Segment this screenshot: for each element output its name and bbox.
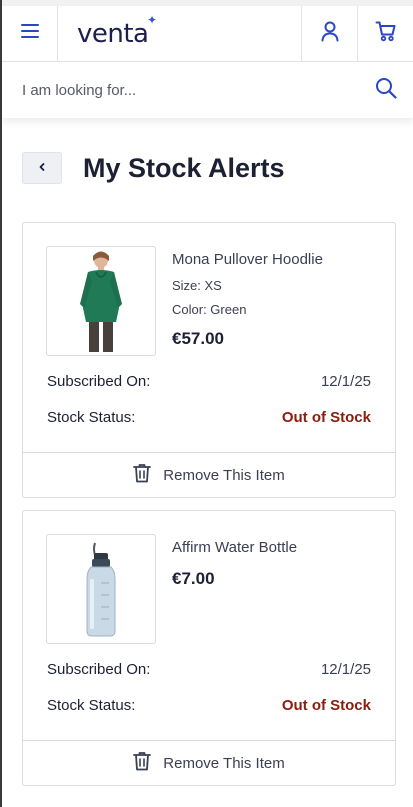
stock-status-value: Out of Stock <box>281 409 371 426</box>
logo-sparkle-icon: ✦ <box>146 12 157 27</box>
page-title-row: My Stock Alerts <box>22 152 285 184</box>
hamburger-menu-icon <box>20 23 40 44</box>
trash-icon <box>133 463 152 488</box>
search-icon <box>375 77 397 104</box>
product-price: €57.00 <box>172 329 224 348</box>
chevron-left-icon <box>37 159 47 177</box>
product-name[interactable]: Mona Pullover Hoodlie <box>172 251 323 268</box>
account-button[interactable] <box>301 6 357 61</box>
venta-logo: venta ✦ <box>77 13 157 49</box>
stock-status-value: Out of Stock <box>281 697 371 714</box>
product-color: Color: Green <box>172 302 247 317</box>
product-name[interactable]: Affirm Water Bottle <box>172 539 297 556</box>
subscribed-on-label: Subscribed On: <box>47 661 151 678</box>
product-image[interactable] <box>46 246 156 356</box>
site-header: venta ✦ <box>2 6 413 62</box>
subscribed-on-value: 12/1/25 <box>320 373 371 390</box>
search-button[interactable] <box>371 75 401 105</box>
stock-status-label: Stock Status: <box>47 697 136 714</box>
hoodie-model-picture <box>80 251 122 352</box>
stock-alert-card: Affirm Water Bottle €7.00 Subscribed On:… <box>22 510 396 786</box>
subscribed-on-value: 12/1/25 <box>320 661 371 678</box>
page-title: My Stock Alerts <box>83 152 285 183</box>
remove-item-button[interactable]: Remove This Item <box>23 740 395 785</box>
menu-button[interactable] <box>2 6 58 61</box>
trash-icon <box>133 751 152 776</box>
subscribed-on-label: Subscribed On: <box>47 373 151 390</box>
logo-link[interactable]: venta ✦ <box>58 6 301 61</box>
product-size: Size: XS <box>172 278 222 293</box>
user-icon <box>320 20 340 47</box>
search-input[interactable] <box>22 81 371 99</box>
product-image[interactable] <box>46 534 156 644</box>
remove-item-label: Remove This Item <box>163 754 285 772</box>
search-bar <box>2 62 413 118</box>
logo-text: venta <box>77 18 149 49</box>
back-button[interactable] <box>22 152 62 184</box>
product-price: €7.00 <box>172 569 215 588</box>
water-bottle-picture <box>86 542 116 637</box>
cart-button[interactable] <box>357 6 413 61</box>
window-left-edge <box>0 0 2 807</box>
cart-icon <box>375 20 397 47</box>
remove-item-button[interactable]: Remove This Item <box>23 452 395 497</box>
stock-status-label: Stock Status: <box>47 409 136 426</box>
stock-alert-card: Mona Pullover Hoodlie Size: XS Color: Gr… <box>22 222 396 498</box>
remove-item-label: Remove This Item <box>163 466 285 484</box>
